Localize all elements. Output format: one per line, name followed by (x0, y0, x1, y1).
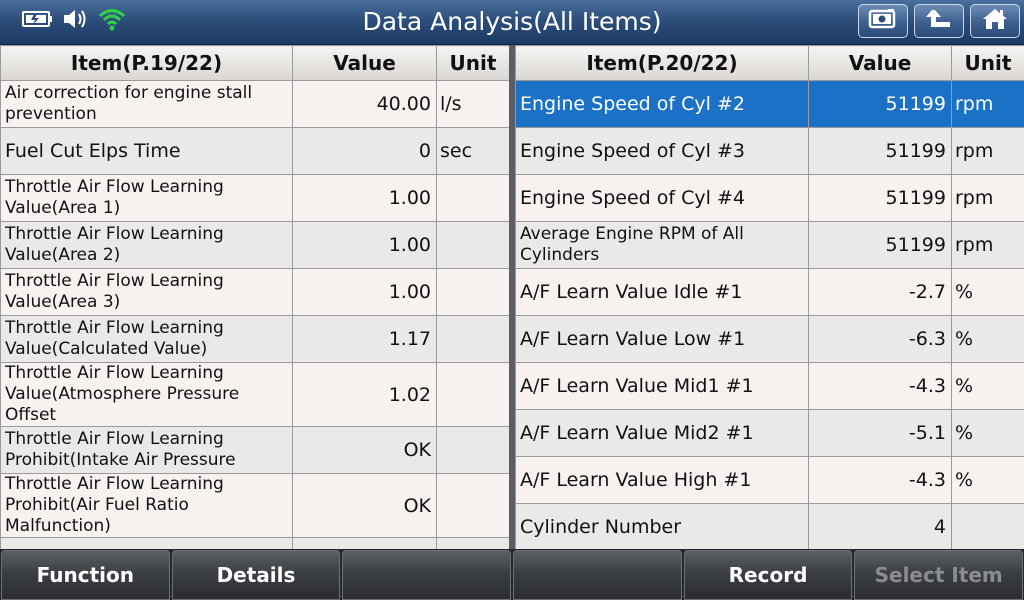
item-value: 1.02 (292, 362, 437, 427)
item-value: 1.00 (292, 221, 437, 269)
table-row[interactable]: Average Engine RPM of All Cylinders 51199… (515, 221, 1024, 269)
item-name: Engine Speed of Cyl #2 (515, 80, 809, 128)
table-row[interactable]: A/F Learn Value Low #1 -6.3% (515, 315, 1024, 363)
item-value: 1.17 (292, 315, 437, 363)
empty-button-1[interactable] (342, 550, 512, 600)
item-value: -2.7 (808, 268, 952, 316)
item-value: 1.00 (292, 174, 437, 222)
table-row[interactable]: Cylinder Number 4 (515, 503, 1024, 551)
table-row[interactable]: Throttle Air Flow Learning Value(Atmosph… (0, 362, 510, 427)
item-name: Throttle Air Flow Learning Value(Area 2) (0, 221, 293, 269)
item-name: Cylinder Number (515, 503, 809, 551)
table-row[interactable]: Throttle Air Flow Learning Value(Area 1)… (0, 174, 510, 222)
column-header-value: Value (292, 45, 437, 81)
item-unit: l/s (436, 80, 510, 128)
column-header-value: Value (808, 45, 952, 81)
column-header-item: Item(P.19/22) (0, 45, 293, 81)
item-unit (436, 315, 510, 363)
item-name: Air correction for engine stall preventi… (0, 80, 293, 128)
column-header-item: Item(P.20/22) (515, 45, 809, 81)
item-value: -6.3 (808, 315, 952, 363)
table-row[interactable]: Throttle Air Flow Learning Value(Area 3)… (0, 268, 510, 316)
back-button[interactable] (914, 4, 964, 38)
table-row-selected[interactable]: Engine Speed of Cyl #2 51199 rpm (515, 80, 1024, 128)
item-unit (436, 221, 510, 269)
item-name: Throttle Air Flow Learning Value(Area 1) (0, 174, 293, 222)
item-unit (436, 174, 510, 222)
item-unit (436, 268, 510, 316)
item-name: A/F Learn Value Idle #1 (515, 268, 809, 316)
table-row[interactable]: A/F Learn Value High #1 -4.3% (515, 456, 1024, 504)
table-row[interactable]: Engine Speed of Cyl #4 51199 rpm (515, 174, 1024, 222)
item-unit: sec (436, 127, 510, 175)
item-value: 1.00 (292, 268, 437, 316)
table-row[interactable]: Fuel Cut Elps Time 0 sec (0, 127, 510, 175)
column-header-unit: Unit (951, 45, 1024, 81)
item-unit (436, 362, 510, 427)
home-button[interactable] (970, 4, 1020, 38)
table-row[interactable]: A/F Learn Value Mid2 #1 -5.1% (515, 409, 1024, 457)
item-name: Throttle Air Flow Learning Value(Calcula… (0, 315, 293, 363)
item-value: 4 (808, 503, 952, 551)
home-icon (980, 7, 1010, 35)
back-arrow-icon (924, 7, 954, 35)
item-name: Average Engine RPM of All Cylinders (515, 221, 809, 269)
item-unit: % (951, 268, 1024, 316)
photo-icon (868, 8, 898, 34)
details-button[interactable]: Details (171, 550, 341, 600)
bottom-toolbar: Function Details Record Select Item (0, 549, 1024, 600)
photo-button[interactable] (858, 4, 908, 38)
item-value: 51199 (808, 221, 952, 269)
empty-button-2[interactable] (513, 550, 682, 600)
table-row[interactable]: Throttle Air Flow Learning Prohibit(Inta… (0, 426, 510, 474)
item-name: Engine Speed of Cyl #3 (515, 127, 809, 175)
item-unit: rpm (951, 80, 1024, 128)
table-row[interactable]: Engine Speed of Cyl #3 51199 rpm (515, 127, 1024, 175)
item-value: 51199 (808, 127, 952, 175)
item-name: Fuel Cut Elps Time (0, 127, 293, 175)
item-name: A/F Learn Value Mid1 #1 (515, 362, 809, 410)
item-unit (436, 473, 510, 538)
item-name: Throttle Air Flow Learning Value(Atmosph… (0, 362, 293, 427)
select-item-button[interactable]: Select Item (854, 550, 1024, 600)
item-unit: % (951, 315, 1024, 363)
title-bar: Data Analysis(All Items) (0, 0, 1024, 45)
item-unit (951, 503, 1024, 551)
item-unit (436, 426, 510, 474)
item-value: 51199 (808, 174, 952, 222)
table-row[interactable]: Throttle Air Flow Learning Value(Area 2)… (0, 221, 510, 269)
item-value: 40.00 (292, 80, 437, 128)
item-value: OK (292, 473, 437, 538)
item-value: -5.1 (808, 409, 952, 457)
column-header-unit: Unit (436, 45, 510, 81)
item-value: -4.3 (808, 456, 952, 504)
record-button[interactable]: Record (683, 550, 853, 600)
table-row[interactable]: Throttle Air Flow Learning Value(Calcula… (0, 315, 510, 363)
item-name: Throttle Air Flow Learning Prohibit(Inta… (0, 426, 293, 474)
item-unit: rpm (951, 127, 1024, 175)
function-button[interactable]: Function (1, 550, 170, 600)
item-name: Throttle Air Flow Learning Value(Area 3) (0, 268, 293, 316)
item-unit: % (951, 456, 1024, 504)
item-name: A/F Learn Value Low #1 (515, 315, 809, 363)
left-data-table: Item(P.19/22) Value Unit Air correction … (0, 45, 510, 585)
item-value: -4.3 (808, 362, 952, 410)
right-data-table: Item(P.20/22) Value Unit Engine Speed of… (515, 45, 1024, 551)
item-unit: % (951, 409, 1024, 457)
item-value: OK (292, 426, 437, 474)
item-name: A/F Learn Value Mid2 #1 (515, 409, 809, 457)
item-value: 51199 (808, 80, 952, 128)
table-row[interactable]: A/F Learn Value Mid1 #1 -4.3% (515, 362, 1024, 410)
item-unit: rpm (951, 174, 1024, 222)
table-row[interactable]: Air correction for engine stall preventi… (0, 80, 510, 128)
item-name: Throttle Air Flow Learning Prohibit(Air … (0, 473, 293, 538)
item-name: A/F Learn Value High #1 (515, 456, 809, 504)
item-unit: rpm (951, 221, 1024, 269)
table-row[interactable]: Throttle Air Flow Learning Prohibit(Air … (0, 473, 510, 538)
table-row[interactable]: A/F Learn Value Idle #1 -2.7% (515, 268, 1024, 316)
item-unit: % (951, 362, 1024, 410)
item-name: Engine Speed of Cyl #4 (515, 174, 809, 222)
item-value: 0 (292, 127, 437, 175)
